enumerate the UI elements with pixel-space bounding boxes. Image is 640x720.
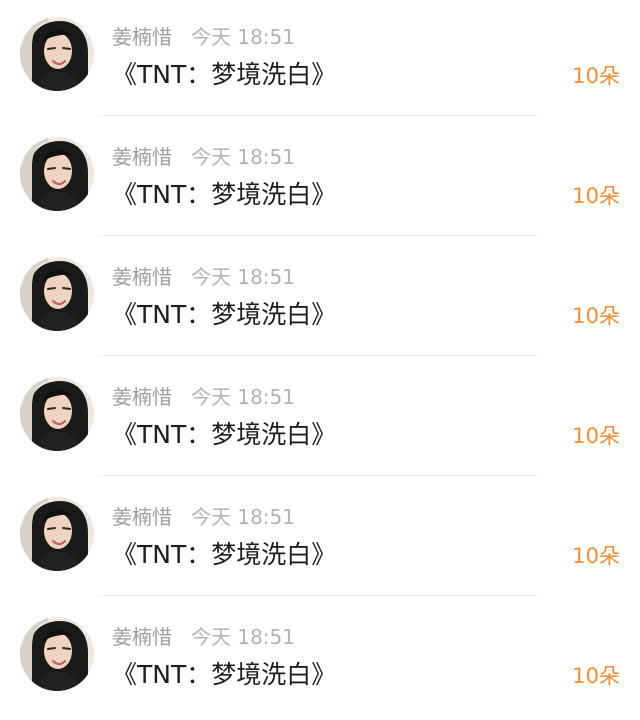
item-divider bbox=[98, 355, 537, 356]
gift-message-text: 《TNT：梦境洗白》 bbox=[112, 540, 337, 569]
gift-count: 10朵 bbox=[572, 544, 620, 568]
avatar[interactable] bbox=[20, 257, 94, 331]
message-time: 今天 18:51 bbox=[191, 25, 295, 49]
sender-name: 姜楠惜 bbox=[112, 145, 172, 169]
item-divider bbox=[98, 595, 537, 596]
gift-count: 10朵 bbox=[572, 424, 620, 448]
avatar[interactable] bbox=[20, 497, 94, 571]
gift-message-text: 《TNT：梦境洗白》 bbox=[112, 660, 337, 689]
sender-name: 姜楠惜 bbox=[112, 385, 172, 409]
message-time: 今天 18:51 bbox=[191, 505, 295, 529]
message-time: 今天 18:51 bbox=[191, 145, 295, 169]
message-time: 今天 18:51 bbox=[191, 385, 295, 409]
avatar[interactable] bbox=[20, 137, 94, 211]
list-item[interactable]: 姜楠惜 今天 18:51 《TNT：梦境洗白》 10朵 bbox=[0, 0, 640, 120]
gift-message-text: 《TNT：梦境洗白》 bbox=[112, 420, 337, 449]
message-time: 今天 18:51 bbox=[191, 625, 295, 649]
gift-message-text: 《TNT：梦境洗白》 bbox=[112, 60, 337, 89]
avatar[interactable] bbox=[20, 17, 94, 91]
avatar[interactable] bbox=[20, 377, 94, 451]
list-item[interactable]: 姜楠惜 今天 18:51 《TNT：梦境洗白》 10朵 bbox=[0, 480, 640, 600]
item-divider bbox=[98, 115, 537, 116]
sender-name: 姜楠惜 bbox=[112, 25, 172, 49]
list-item[interactable]: 姜楠惜 今天 18:51 《TNT：梦境洗白》 10朵 bbox=[0, 120, 640, 240]
gift-message-text: 《TNT：梦境洗白》 bbox=[112, 180, 337, 209]
sender-name: 姜楠惜 bbox=[112, 265, 172, 289]
list-item[interactable]: 姜楠惜 今天 18:51 《TNT：梦境洗白》 10朵 bbox=[0, 600, 640, 720]
list-item[interactable]: 姜楠惜 今天 18:51 《TNT：梦境洗白》 10朵 bbox=[0, 360, 640, 480]
gift-count: 10朵 bbox=[572, 304, 620, 328]
gift-message-list: 姜楠惜 今天 18:51 《TNT：梦境洗白》 10朵 姜楠惜 今天 18:51… bbox=[0, 0, 640, 706]
gift-message-text: 《TNT：梦境洗白》 bbox=[112, 300, 337, 329]
gift-count: 10朵 bbox=[572, 184, 620, 208]
gift-count: 10朵 bbox=[572, 664, 620, 688]
message-time: 今天 18:51 bbox=[191, 265, 295, 289]
list-item[interactable]: 姜楠惜 今天 18:51 《TNT：梦境洗白》 10朵 bbox=[0, 240, 640, 360]
sender-name: 姜楠惜 bbox=[112, 625, 172, 649]
avatar[interactable] bbox=[20, 617, 94, 691]
item-divider bbox=[98, 235, 537, 236]
sender-name: 姜楠惜 bbox=[112, 505, 172, 529]
item-divider bbox=[98, 475, 537, 476]
gift-count: 10朵 bbox=[572, 64, 620, 88]
